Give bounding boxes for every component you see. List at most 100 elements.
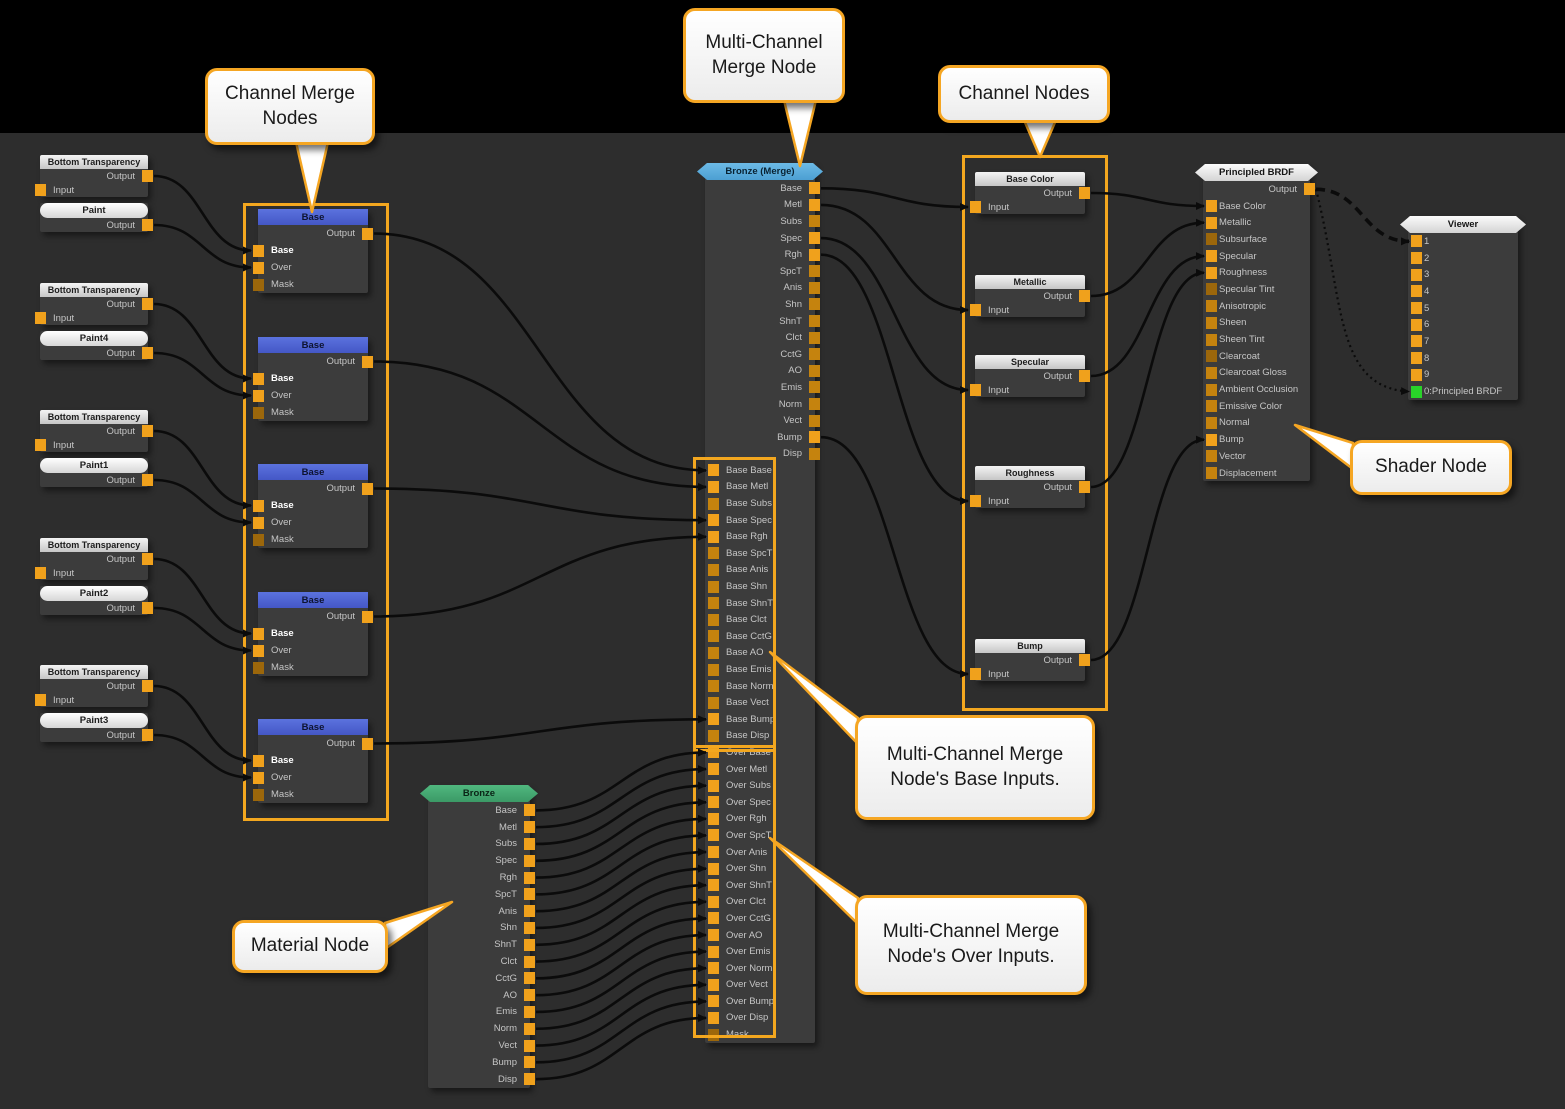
channel-node-roughness[interactable]: Roughness Output Input bbox=[975, 466, 1085, 508]
output-port[interactable] bbox=[524, 888, 535, 900]
input-port[interactable] bbox=[253, 628, 264, 640]
input-port[interactable] bbox=[1206, 317, 1217, 329]
channel-node-base-color[interactable]: Base Color Output Input bbox=[975, 172, 1085, 214]
input-port[interactable] bbox=[708, 547, 719, 559]
wire-bronze.out.10-to-merge.over.10[interactable] bbox=[536, 918, 706, 978]
wire-bt4.out-to-cm4.base[interactable] bbox=[154, 686, 251, 761]
input-port[interactable] bbox=[1206, 283, 1217, 295]
wire-merge.out.0-to-ch0.in[interactable] bbox=[821, 188, 968, 207]
input-port[interactable] bbox=[253, 245, 264, 257]
input-port[interactable] bbox=[708, 664, 719, 676]
input-port[interactable] bbox=[253, 645, 264, 657]
input-port[interactable] bbox=[1206, 334, 1217, 346]
output-port[interactable] bbox=[524, 905, 535, 917]
output-port[interactable] bbox=[524, 838, 535, 850]
input-port[interactable] bbox=[708, 614, 719, 626]
wire-brdf.out-to-viewer.in.0[interactable] bbox=[1316, 189, 1409, 241]
paint-node[interactable]: Paint Output bbox=[40, 203, 148, 232]
wire-paint0.out-to-cm0.over[interactable] bbox=[154, 225, 251, 268]
paint-node[interactable]: Paint4 Output bbox=[40, 331, 148, 360]
channel-merge-node[interactable]: Base Output Base Over Mask bbox=[258, 592, 368, 676]
input-port[interactable] bbox=[253, 755, 264, 767]
output-port[interactable] bbox=[1304, 183, 1315, 195]
wire-ch2.out-to-brdf.in.3[interactable] bbox=[1091, 256, 1204, 376]
input-port[interactable] bbox=[708, 912, 719, 924]
wire-bronze.out.14-to-merge.over.14[interactable] bbox=[536, 985, 706, 1046]
output-port[interactable] bbox=[142, 474, 153, 486]
input-port[interactable] bbox=[708, 1029, 719, 1041]
wire-ch1.out-to-brdf.in.1[interactable] bbox=[1091, 223, 1204, 296]
wire-bronze.out.5-to-merge.over.5[interactable] bbox=[536, 835, 706, 894]
output-port[interactable] bbox=[524, 972, 535, 984]
input-port[interactable] bbox=[970, 495, 981, 507]
input-port[interactable] bbox=[1206, 450, 1217, 462]
input-port[interactable] bbox=[708, 896, 719, 908]
input-port[interactable] bbox=[708, 863, 719, 875]
viewer-node[interactable]: Viewer 1234567890:Principled BRDF bbox=[1408, 216, 1518, 400]
input-port[interactable] bbox=[708, 829, 719, 841]
wire-bt3.out-to-cm3.base[interactable] bbox=[154, 559, 251, 634]
input-port[interactable] bbox=[1206, 250, 1217, 262]
output-port[interactable] bbox=[142, 425, 153, 437]
input-port[interactable] bbox=[253, 789, 264, 801]
output-port[interactable] bbox=[1079, 654, 1090, 666]
output-port[interactable] bbox=[809, 265, 820, 277]
output-port[interactable] bbox=[524, 855, 535, 867]
wire-bronze.out.11-to-merge.over.11[interactable] bbox=[536, 935, 706, 995]
input-port[interactable] bbox=[708, 730, 719, 742]
wire-brdf.out-to-viewer.in.9[interactable] bbox=[1316, 189, 1409, 391]
input-port[interactable] bbox=[35, 694, 46, 706]
output-port[interactable] bbox=[809, 199, 820, 211]
input-port[interactable] bbox=[970, 668, 981, 680]
input-port[interactable] bbox=[35, 184, 46, 196]
channel-node-metallic[interactable]: Metallic Output Input bbox=[975, 275, 1085, 317]
input-port[interactable] bbox=[35, 567, 46, 579]
output-port[interactable] bbox=[524, 922, 535, 934]
output-port[interactable] bbox=[524, 821, 535, 833]
output-port[interactable] bbox=[1079, 481, 1090, 493]
input-port[interactable] bbox=[708, 763, 719, 775]
output-port[interactable] bbox=[809, 315, 820, 327]
wire-bronze.out.15-to-merge.over.15[interactable] bbox=[536, 1001, 706, 1062]
input-port[interactable] bbox=[1206, 384, 1217, 396]
wire-merge.out.3-to-ch2.in[interactable] bbox=[821, 238, 968, 390]
input-port[interactable] bbox=[1206, 434, 1217, 446]
wire-bronze.out.7-to-merge.over.7[interactable] bbox=[536, 869, 706, 928]
output-port[interactable] bbox=[524, 1056, 535, 1068]
input-port[interactable] bbox=[1411, 252, 1422, 264]
output-port[interactable] bbox=[809, 298, 820, 310]
input-port[interactable] bbox=[708, 647, 719, 659]
node-graph-canvas[interactable]: Bottom Transparency Output Input Paint O… bbox=[0, 0, 1565, 1109]
input-port[interactable] bbox=[970, 384, 981, 396]
output-port[interactable] bbox=[809, 232, 820, 244]
output-port[interactable] bbox=[362, 356, 373, 368]
input-port[interactable] bbox=[1206, 267, 1217, 279]
output-port[interactable] bbox=[809, 182, 820, 194]
input-port[interactable] bbox=[1206, 417, 1217, 429]
channel-merge-node[interactable]: Base Output Base Over Mask bbox=[258, 337, 368, 421]
input-port[interactable] bbox=[1206, 400, 1217, 412]
wire-ch4.out-to-brdf.in.14[interactable] bbox=[1091, 440, 1204, 660]
input-port[interactable] bbox=[708, 697, 719, 709]
wire-bronze.out.0-to-merge.over.0[interactable] bbox=[536, 752, 706, 810]
wire-bronze.out.3-to-merge.over.3[interactable] bbox=[536, 802, 706, 861]
input-port[interactable] bbox=[708, 531, 719, 543]
paint-node[interactable]: Paint3 Output bbox=[40, 713, 148, 742]
input-port[interactable] bbox=[1411, 235, 1422, 247]
wire-bronze.out.4-to-merge.over.4[interactable] bbox=[536, 819, 706, 878]
output-port[interactable] bbox=[142, 729, 153, 741]
wire-cm3.out-to-merge.base.4[interactable] bbox=[374, 537, 706, 617]
paint-node[interactable]: Paint2 Output bbox=[40, 586, 148, 615]
output-port[interactable] bbox=[362, 483, 373, 495]
input-port[interactable] bbox=[708, 680, 719, 692]
input-port[interactable] bbox=[1206, 233, 1217, 245]
wire-cm2.out-to-merge.base.3[interactable] bbox=[374, 489, 706, 521]
input-port[interactable] bbox=[253, 517, 264, 529]
output-port[interactable] bbox=[524, 939, 535, 951]
output-port[interactable] bbox=[524, 872, 535, 884]
wire-paint4.out-to-cm4.over[interactable] bbox=[154, 735, 251, 778]
output-port[interactable] bbox=[362, 228, 373, 240]
channel-node-bump[interactable]: Bump Output Input bbox=[975, 639, 1085, 681]
input-port[interactable] bbox=[253, 373, 264, 385]
output-port[interactable] bbox=[362, 738, 373, 750]
